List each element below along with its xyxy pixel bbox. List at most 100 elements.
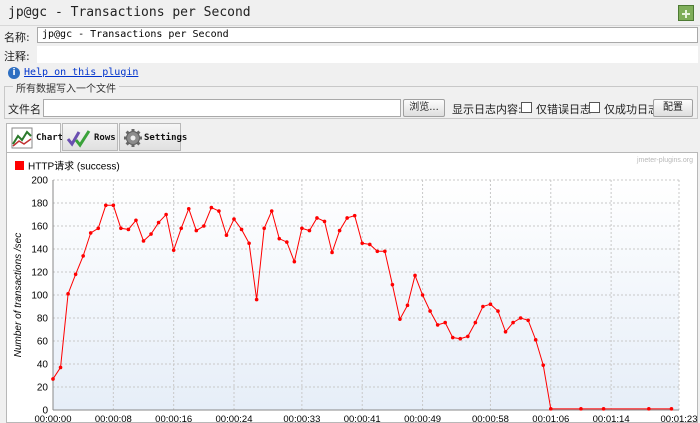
y-tick-label: 180 xyxy=(31,199,48,210)
y-tick-label: 40 xyxy=(37,360,49,371)
data-point xyxy=(330,250,334,255)
comment-label: 注释: xyxy=(4,50,30,63)
success-only-label: 仅成功日志 xyxy=(604,103,659,116)
x-tick-label: 00:00:49 xyxy=(404,414,441,422)
data-point xyxy=(202,224,206,228)
data-point xyxy=(262,226,266,231)
data-point xyxy=(518,316,523,320)
file-output-group: 所有数据写入一个文件 文件名 浏览... 显示日志内容: 仅错误日志 仅成功日志… xyxy=(4,80,698,119)
configure-button[interactable]: 配置 xyxy=(653,99,693,117)
x-tick-label: 00:00:41 xyxy=(344,414,381,422)
tab-rows[interactable]: Rows xyxy=(62,123,118,151)
data-point xyxy=(285,240,289,244)
data-point xyxy=(156,220,161,225)
tab-settings[interactable]: Settings xyxy=(119,123,187,151)
checkmarks-icon xyxy=(67,130,91,148)
data-point xyxy=(405,303,410,308)
y-axis-label: Number of transactions /sec xyxy=(13,233,24,358)
data-point xyxy=(579,407,583,411)
data-point xyxy=(367,242,372,247)
data-point xyxy=(398,317,402,321)
data-point xyxy=(533,338,538,342)
file-group-title: 所有数据写入一个文件 xyxy=(13,80,119,95)
name-field[interactable]: jp@gc - Transactions per Second xyxy=(37,27,698,43)
gear-icon xyxy=(124,129,142,147)
data-point xyxy=(315,216,319,220)
x-tick-label: 00:00:33 xyxy=(283,414,320,422)
data-point xyxy=(111,203,116,208)
data-point xyxy=(171,248,176,252)
data-point xyxy=(58,365,63,370)
x-tick-label: 00:00:58 xyxy=(472,414,509,422)
data-point xyxy=(337,228,342,233)
y-tick-label: 120 xyxy=(31,268,48,279)
tab-chart[interactable]: Chart xyxy=(6,123,64,153)
data-point xyxy=(217,209,221,213)
x-tick-label: 00:01:14 xyxy=(593,414,630,422)
data-point xyxy=(73,272,78,277)
data-point xyxy=(149,232,153,236)
data-point xyxy=(345,216,349,220)
data-point xyxy=(669,407,674,411)
window-title: jp@gc - Transactions per Second xyxy=(8,5,251,20)
success-only-checkbox[interactable] xyxy=(589,102,600,113)
data-point xyxy=(126,227,131,232)
data-point xyxy=(450,335,455,340)
tps-chart: 02040608010012014016018020000:00:00 00:00… xyxy=(13,157,697,423)
data-point xyxy=(526,318,530,323)
data-point xyxy=(503,330,508,334)
data-point xyxy=(88,231,93,235)
legend-swatch xyxy=(15,161,24,170)
data-point xyxy=(277,236,282,241)
data-point xyxy=(254,297,259,302)
x-tick-label: 00:00:00 xyxy=(35,414,72,422)
tab-rows-label: Rows xyxy=(94,133,116,143)
filename-input[interactable] xyxy=(43,99,401,117)
tab-chart-label: Chart xyxy=(36,133,64,143)
chart-panel: 0 20 40 60 80 100 120 140 160 180 200 00:00:00 00:00… xyxy=(6,152,698,423)
data-point xyxy=(443,320,447,325)
data-point xyxy=(548,407,553,411)
chart-icon xyxy=(11,127,33,149)
data-point xyxy=(239,227,244,232)
data-point xyxy=(390,282,395,287)
data-point xyxy=(647,407,651,411)
data-point xyxy=(194,228,199,233)
data-point xyxy=(360,241,365,246)
data-point xyxy=(269,209,274,213)
help-link[interactable]: Help on this plugin xyxy=(24,67,138,78)
expand-icon[interactable] xyxy=(678,5,694,21)
data-point xyxy=(134,218,138,223)
log-content-label: 显示日志内容: xyxy=(452,103,522,116)
data-point xyxy=(81,254,85,258)
data-point xyxy=(473,320,478,325)
data-point xyxy=(511,320,515,325)
data-point xyxy=(496,309,500,313)
y-tick-label: 60 xyxy=(37,337,49,348)
filename-label: 文件名 xyxy=(8,103,41,116)
data-point xyxy=(420,293,425,297)
comment-field[interactable] xyxy=(37,46,698,63)
browse-button[interactable]: 浏览... xyxy=(403,99,445,117)
data-point xyxy=(375,249,380,254)
data-point xyxy=(51,377,55,381)
data-point xyxy=(66,292,70,296)
data-point xyxy=(466,334,470,339)
data-point xyxy=(103,203,108,208)
data-point xyxy=(96,226,101,231)
data-point xyxy=(224,233,229,237)
data-point xyxy=(383,249,387,254)
y-tick-label: 80 xyxy=(37,314,49,325)
errors-only-checkbox[interactable] xyxy=(521,102,532,113)
y-tick-label: 100 xyxy=(31,291,48,302)
data-point xyxy=(541,363,546,367)
data-point xyxy=(164,212,168,217)
data-point xyxy=(307,228,312,233)
data-point xyxy=(322,219,327,224)
data-point xyxy=(428,309,432,313)
y-tick-label: 200 xyxy=(31,176,48,187)
y-tick-label: 20 xyxy=(37,383,49,394)
data-point xyxy=(435,323,440,327)
data-point xyxy=(232,217,236,221)
data-point xyxy=(179,226,184,231)
